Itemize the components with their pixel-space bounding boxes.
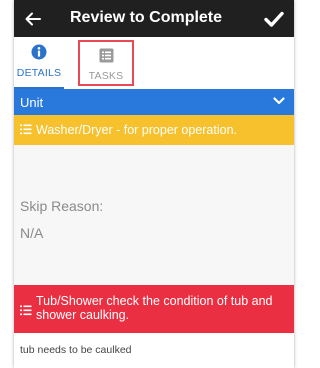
chevron-down-icon	[273, 97, 285, 105]
skip-reason-value: N/A	[20, 225, 44, 241]
unit-label: Unit	[20, 95, 44, 110]
info-circle-icon	[31, 44, 47, 60]
app-frame: Review to Complete DETAILS TASKS Unit Wa…	[14, 0, 294, 368]
tab-tasks-label: TASKS	[88, 70, 124, 82]
task-item-tub-shower[interactable]: Tub/Shower check the condition of tub an…	[14, 285, 294, 333]
task-text: Washer/Dryer - for proper operation.	[36, 123, 238, 137]
tab-bar: DETAILS TASKS	[14, 37, 294, 89]
confirm-button[interactable]	[260, 0, 288, 37]
task-item-washer-dryer[interactable]: Washer/Dryer - for proper operation.	[14, 115, 294, 145]
task-note: tub needs to be caulked	[14, 333, 294, 368]
list-icon	[99, 48, 113, 62]
task-list-icon	[20, 305, 32, 316]
back-button[interactable]	[18, 0, 48, 37]
tab-tasks[interactable]: TASKS	[78, 40, 134, 86]
page-title: Review to Complete	[70, 9, 223, 26]
tab-details[interactable]: DETAILS	[14, 37, 64, 89]
note-text: tub needs to be caulked	[20, 344, 132, 356]
top-bar: Review to Complete	[14, 0, 294, 37]
tab-details-label: DETAILS	[16, 67, 62, 79]
arrow-left-icon	[25, 12, 41, 25]
unit-dropdown[interactable]: Unit	[14, 89, 294, 115]
skip-reason-label: Skip Reason:	[20, 198, 104, 214]
task-text: Tub/Shower check the condition of tub an…	[36, 294, 273, 322]
skip-reason-section: Skip Reason: N/A	[14, 145, 294, 285]
checkmark-icon	[264, 11, 284, 27]
task-list-icon	[20, 124, 32, 135]
